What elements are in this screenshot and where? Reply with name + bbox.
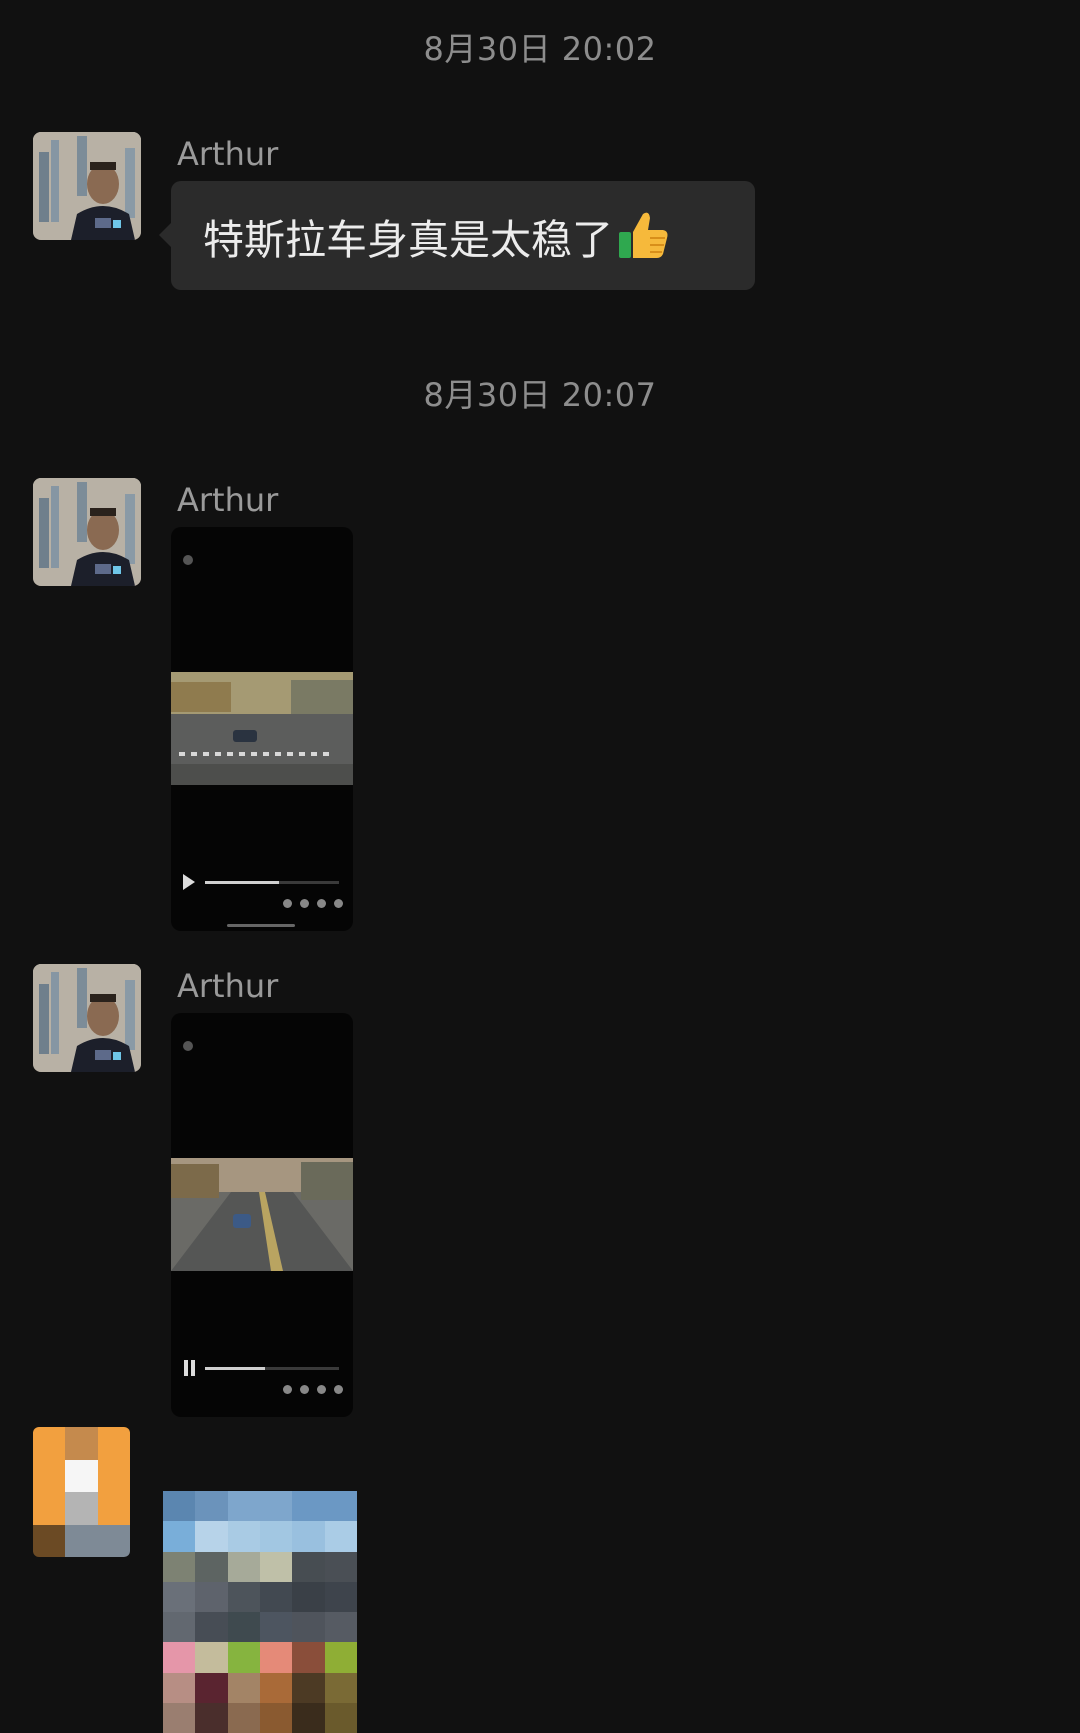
- avatar[interactable]: [33, 478, 141, 586]
- mosaic-tile: [227, 1581, 260, 1612]
- mosaic-tile: [259, 1521, 293, 1552]
- video-controls: [181, 1358, 343, 1378]
- avatar-image-icon: [33, 964, 141, 1072]
- mosaic-tile: [195, 1642, 228, 1673]
- sender-name: Arthur: [177, 135, 279, 173]
- message-text: 特斯拉车身真是太稳了: [203, 215, 613, 264]
- mosaic-tile: [195, 1672, 228, 1703]
- mosaic-tile: [195, 1551, 228, 1582]
- camera-dot-icon: [183, 555, 193, 565]
- mosaic-tile: [65, 1524, 98, 1557]
- text-message-bubble[interactable]: 特斯拉车身真是太稳了: [159, 181, 755, 290]
- mosaic-tile: [259, 1551, 293, 1582]
- mosaic-tile: [163, 1491, 196, 1522]
- avatar-image-icon: [33, 478, 141, 586]
- timestamp-1: 8月30日 20:02: [423, 30, 657, 68]
- mosaic-tile: [163, 1581, 196, 1612]
- sender-name: Arthur: [177, 481, 279, 519]
- mosaic-tile: [163, 1642, 196, 1673]
- mosaic-tile: [324, 1581, 357, 1612]
- mosaic-tile: [227, 1521, 260, 1552]
- mosaic-tile: [259, 1581, 293, 1612]
- mosaic-tile: [324, 1642, 357, 1673]
- mosaic-tile: [227, 1642, 260, 1673]
- mosaic-tile: [324, 1672, 357, 1703]
- pixelated-image-message[interactable]: [163, 1491, 357, 1733]
- video-menu-dots-icon: [283, 1385, 343, 1394]
- mosaic-tile: [97, 1459, 130, 1492]
- mosaic-tile: [324, 1491, 357, 1522]
- video-message[interactable]: [171, 1013, 353, 1417]
- mosaic-tile: [65, 1492, 98, 1525]
- mosaic-tile: [324, 1521, 357, 1552]
- mosaic-tile: [259, 1642, 293, 1673]
- mosaic-tile: [65, 1459, 98, 1492]
- mosaic-tile: [33, 1459, 66, 1492]
- mosaic-tile: [33, 1492, 66, 1525]
- mosaic-tile: [227, 1551, 260, 1582]
- mosaic-tile: [292, 1551, 325, 1582]
- mosaic-tile: [65, 1427, 98, 1460]
- video-progress-bar[interactable]: [205, 881, 339, 884]
- video-controls: [181, 872, 343, 892]
- mosaic-tile: [227, 1612, 260, 1643]
- mosaic-tile: [227, 1702, 260, 1733]
- mosaic-tile: [292, 1521, 325, 1552]
- home-indicator: [227, 924, 295, 927]
- mosaic-tile: [292, 1672, 325, 1703]
- mosaic-tile: [195, 1521, 228, 1552]
- mosaic-tile: [292, 1642, 325, 1673]
- pause-icon[interactable]: [183, 1360, 197, 1376]
- mosaic-tile: [292, 1491, 325, 1522]
- mosaic-tile: [259, 1612, 293, 1643]
- mosaic-tile: [259, 1491, 293, 1522]
- play-icon[interactable]: [183, 874, 195, 890]
- mosaic-tile: [163, 1672, 196, 1703]
- mosaic-tile: [259, 1672, 293, 1703]
- camera-dot-icon: [183, 1041, 193, 1051]
- video-progress-bar[interactable]: [205, 1367, 339, 1370]
- thumbs-up-icon: [617, 208, 669, 264]
- mosaic-tile: [163, 1612, 196, 1643]
- mosaic-tile: [324, 1612, 357, 1643]
- mosaic-tile: [227, 1491, 260, 1522]
- mosaic-tile: [195, 1612, 228, 1643]
- mosaic-tile: [195, 1702, 228, 1733]
- avatar-image-icon: [33, 132, 141, 240]
- video-menu-dots-icon: [283, 899, 343, 908]
- mosaic-tile: [33, 1427, 66, 1460]
- mosaic-tile: [33, 1524, 66, 1557]
- mosaic-tile: [195, 1581, 228, 1612]
- mosaic-tile: [97, 1492, 130, 1525]
- mosaic-tile: [163, 1551, 196, 1582]
- mosaic-tile: [324, 1702, 357, 1733]
- mosaic-tile: [195, 1491, 228, 1522]
- mosaic-tile: [292, 1612, 325, 1643]
- video-progress-fill: [205, 881, 279, 884]
- sender-name: Arthur: [177, 967, 279, 1005]
- avatar[interactable]: [33, 132, 141, 240]
- video-frame: [171, 1158, 353, 1271]
- avatar[interactable]: [33, 964, 141, 1072]
- mosaic-tile: [163, 1702, 196, 1733]
- mosaic-tile: [163, 1521, 196, 1552]
- mosaic-tile: [292, 1702, 325, 1733]
- mosaic-tile: [97, 1524, 130, 1557]
- mosaic-tile: [259, 1702, 293, 1733]
- mosaic-tile: [97, 1427, 130, 1460]
- mosaic-tile: [324, 1551, 357, 1582]
- pixelated-avatar[interactable]: [33, 1427, 130, 1557]
- video-progress-fill: [205, 1367, 266, 1370]
- mosaic-tile: [227, 1672, 260, 1703]
- mosaic-tile: [292, 1581, 325, 1612]
- video-message[interactable]: [171, 527, 353, 931]
- timestamp-2: 8月30日 20:07: [423, 376, 657, 414]
- video-frame: [171, 672, 353, 785]
